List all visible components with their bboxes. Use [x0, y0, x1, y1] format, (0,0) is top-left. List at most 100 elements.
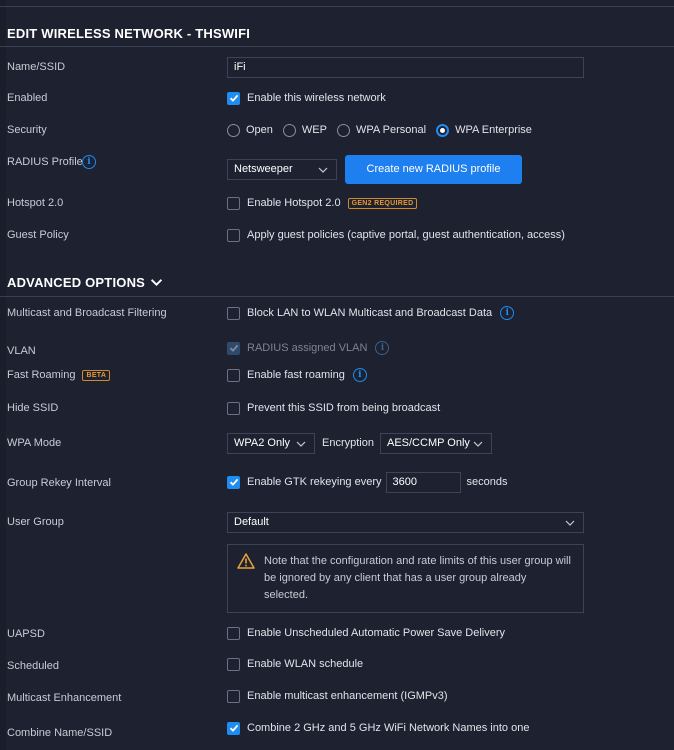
row-hide-ssid: Hide SSID Prevent this SSID from being b…	[0, 396, 674, 420]
chevron-down-icon	[565, 520, 575, 526]
user-group-notice: Note that the configuration and rate lim…	[227, 544, 584, 613]
chevron-down-icon	[318, 167, 328, 173]
enable-network-checkbox[interactable]	[227, 91, 240, 105]
section-divider	[0, 46, 674, 47]
multicast-filtering-label: Multicast and Broadcast Filtering	[7, 307, 167, 319]
combine-ssid-checkbox[interactable]	[227, 721, 240, 735]
radius-profile-label: RADIUS Profile	[7, 156, 83, 168]
notice-text: Note that the configuration and rate lim…	[264, 555, 571, 601]
row-fast-roaming: Fast Roaming BETA Enable fast roaming i	[0, 363, 674, 387]
security-radio-open[interactable]	[227, 123, 240, 137]
security-option-wpa-personal: WPA Personal	[355, 124, 427, 136]
user-group-select[interactable]: Default	[227, 511, 584, 533]
row-name-ssid: Name/SSID	[0, 55, 674, 79]
radius-vlan-text: RADIUS assigned VLAN	[247, 342, 368, 354]
guest-policy-checkbox[interactable]	[227, 228, 240, 242]
checkmark-icon	[229, 94, 238, 102]
security-option-open: Open	[246, 124, 273, 136]
enabled-label: Enabled	[7, 92, 48, 104]
row-scheduled: Scheduled Enable WLAN schedule	[0, 652, 674, 676]
wpa-mode-value: WPA2 Only	[234, 437, 291, 449]
advanced-options-toggle[interactable]: ADVANCED OPTIONS	[7, 275, 163, 290]
radius-profile-select[interactable]: Netsweeper	[227, 158, 337, 180]
page-title: EDIT WIRELESS NETWORK - THSWIFI	[7, 26, 251, 41]
hide-ssid-label: Hide SSID	[7, 402, 59, 414]
guest-policy-label: Guest Policy	[7, 229, 69, 241]
hotspot-label: Hotspot 2.0	[7, 197, 64, 209]
radius-vlan-checkbox	[227, 341, 240, 355]
row-group-rekey: Group Rekey Interval Enable GTK rekeying…	[0, 470, 674, 494]
enable-network-text: Enable this wireless network	[247, 92, 386, 104]
wlan-schedule-checkbox[interactable]	[227, 657, 240, 671]
encryption-select[interactable]: AES/CCMP Only	[379, 432, 492, 454]
security-option-wep: WEP	[301, 124, 327, 136]
multicast-enhancement-text: Enable multicast enhancement (IGMPv3)	[247, 690, 448, 702]
uapsd-text: Enable Unscheduled Automatic Power Save …	[247, 627, 506, 639]
uapsd-label: UAPSD	[7, 628, 45, 640]
row-user-group: User Group Default	[0, 510, 674, 534]
row-radius-profile: RADIUS Profile i Netsweeper Create new R…	[0, 150, 674, 184]
scheduled-label: Scheduled	[7, 660, 59, 672]
security-radio-wep[interactable]	[282, 123, 296, 137]
fast-roaming-checkbox[interactable]	[227, 368, 240, 382]
warning-icon	[237, 553, 255, 569]
user-group-label: User Group	[7, 516, 64, 528]
security-radio-wpa-enterprise[interactable]	[436, 123, 450, 137]
rekey-unit: seconds	[466, 476, 508, 488]
row-wpa-mode: WPA Mode WPA2 Only Encryption AES/CCMP O…	[0, 431, 674, 455]
combine-ssid-label: Combine Name/SSID	[7, 727, 113, 739]
section-divider	[0, 296, 674, 297]
multicast-enhancement-checkbox[interactable]	[227, 689, 240, 703]
fast-roaming-label: Fast Roaming	[7, 369, 76, 381]
radius-profile-value: Netsweeper	[234, 163, 293, 175]
beta-badge: BETA	[82, 369, 111, 381]
wlan-schedule-text: Enable WLAN schedule	[247, 658, 364, 670]
gtk-rekey-checkbox[interactable]	[227, 475, 240, 489]
block-multicast-checkbox[interactable]	[227, 306, 240, 320]
row-combine-ssid: Combine Name/SSID Combine 2 GHz and 5 GH…	[0, 716, 674, 740]
info-icon[interactable]: i	[82, 155, 96, 169]
security-radio-wpa-personal[interactable]	[336, 123, 350, 137]
row-multicast-filtering: Multicast and Broadcast Filtering Block …	[0, 301, 674, 325]
vlan-label: VLAN	[7, 345, 36, 357]
chevron-down-icon	[473, 441, 483, 447]
checkmark-icon	[229, 344, 238, 352]
row-hotspot: Hotspot 2.0 Enable Hotspot 2.0 GEN2 REQU…	[0, 191, 674, 215]
chevron-down-icon	[296, 441, 306, 447]
uapsd-checkbox[interactable]	[227, 626, 240, 640]
hide-ssid-checkbox[interactable]	[227, 401, 240, 415]
row-multicast-enhancement: Multicast Enhancement Enable multicast e…	[0, 684, 674, 708]
gen2-required-badge: GEN2 REQUIRED	[347, 197, 418, 209]
info-icon[interactable]: i	[500, 306, 515, 320]
gtk-rekey-text: Enable GTK rekeying every	[247, 476, 382, 488]
chevron-down-icon	[150, 279, 163, 287]
guest-policy-text: Apply guest policies (captive portal, gu…	[247, 229, 565, 241]
advanced-options-title: ADVANCED OPTIONS	[7, 275, 146, 290]
security-option-wpa-enterprise: WPA Enterprise	[455, 124, 532, 136]
row-uapsd: UAPSD Enable Unscheduled Automatic Power…	[0, 621, 674, 645]
multicast-enhancement-label: Multicast Enhancement	[7, 692, 122, 704]
enable-hotspot-checkbox[interactable]	[227, 196, 240, 210]
security-label: Security	[7, 124, 47, 136]
name-ssid-label: Name/SSID	[7, 61, 66, 73]
rekey-interval-input[interactable]	[385, 471, 461, 493]
wpa-mode-select[interactable]: WPA2 Only	[227, 432, 315, 454]
group-rekey-label: Group Rekey Interval	[7, 477, 111, 489]
checkmark-icon	[229, 478, 238, 486]
row-enabled: Enabled Enable this wireless network	[0, 86, 674, 110]
fast-roaming-label-group: Fast Roaming BETA	[7, 369, 111, 381]
wpa-mode-label: WPA Mode	[7, 437, 62, 449]
top-divider	[0, 6, 674, 7]
radius-profile-label-text: RADIUS Profile	[7, 156, 83, 168]
enable-hotspot-text: Enable Hotspot 2.0	[247, 197, 341, 209]
create-radius-profile-button[interactable]: Create new RADIUS profile	[345, 154, 522, 184]
row-guest-policy: Guest Policy Apply guest policies (capti…	[0, 223, 674, 247]
fast-roaming-text: Enable fast roaming	[247, 369, 345, 381]
info-icon[interactable]: i	[375, 341, 390, 355]
ssid-input[interactable]	[227, 56, 584, 78]
info-icon[interactable]: i	[352, 368, 367, 382]
user-group-value: Default	[234, 516, 269, 528]
combine-ssid-text: Combine 2 GHz and 5 GHz WiFi Network Nam…	[247, 722, 530, 734]
encryption-value: AES/CCMP Only	[386, 437, 470, 449]
row-security: Security Open WEP WPA Personal WPA Enter…	[0, 118, 674, 142]
